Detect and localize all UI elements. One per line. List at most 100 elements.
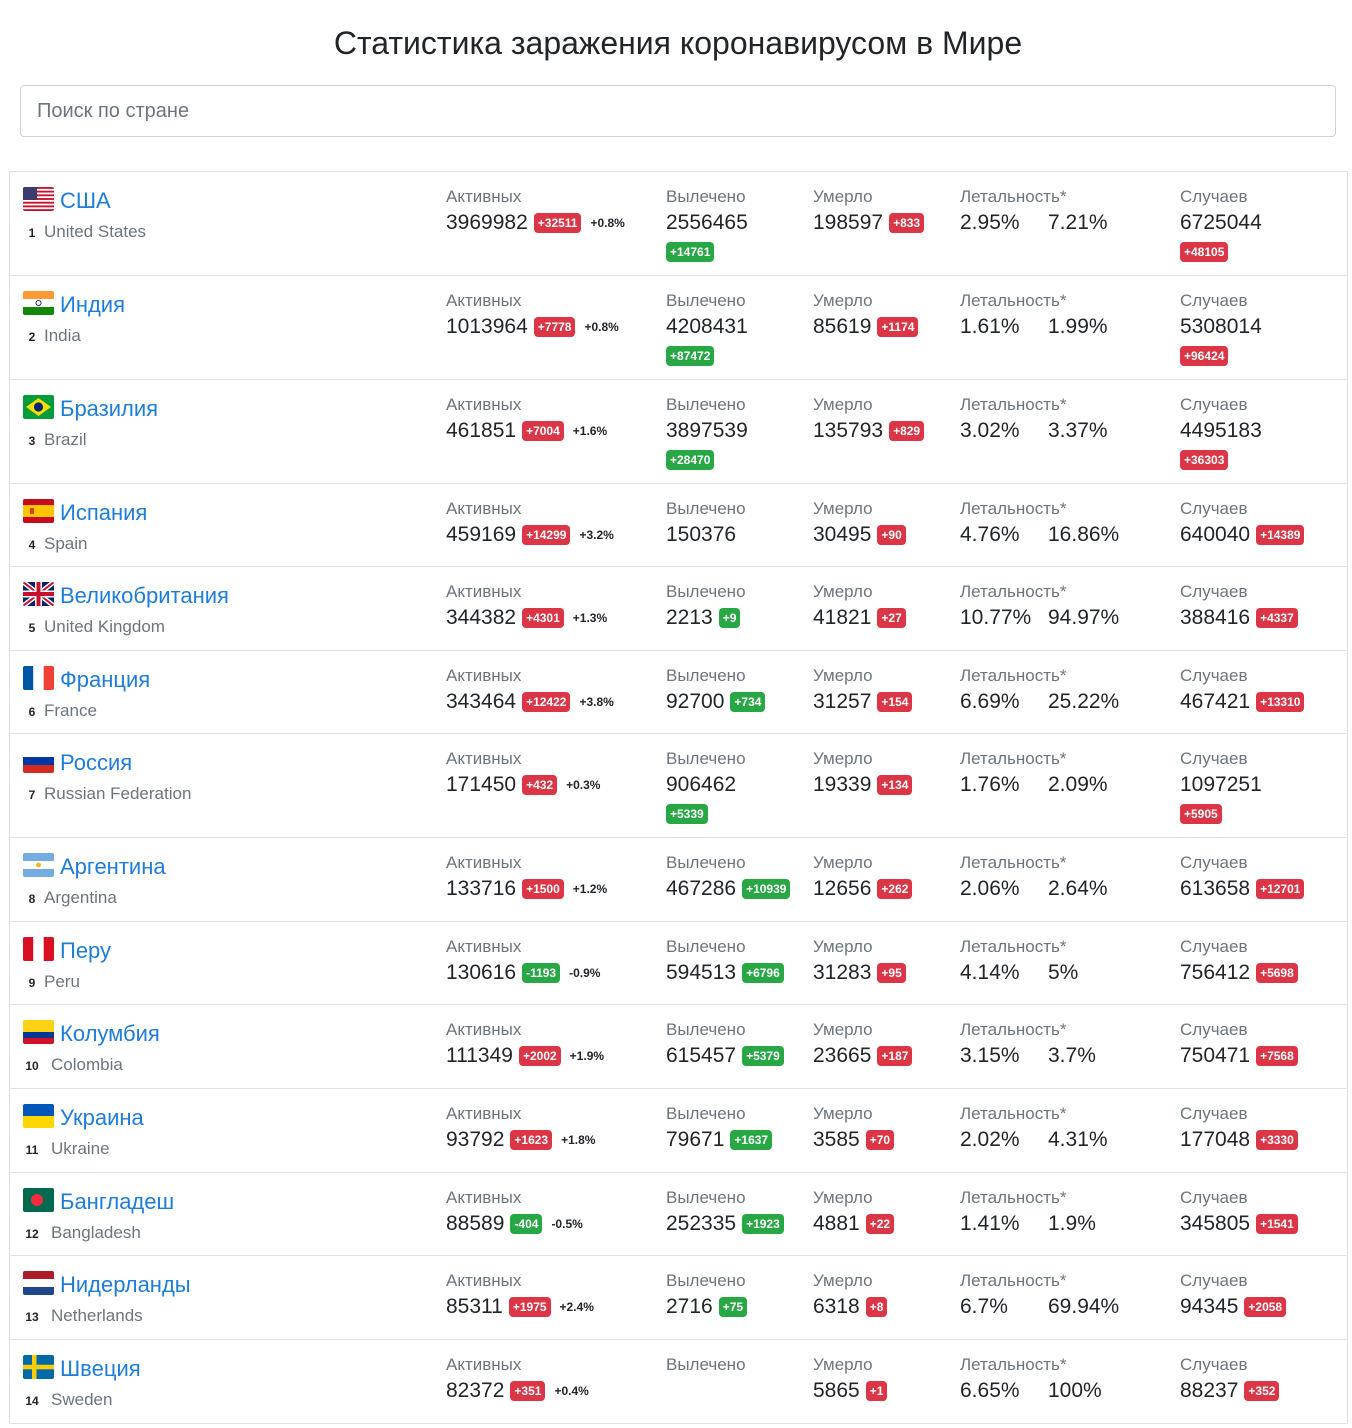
active-value: 171450	[446, 773, 517, 796]
country-name-en: Argentina	[44, 888, 117, 907]
recovered-label: Вылечено	[666, 291, 746, 310]
lethality-values: 2.02% 4.31%	[960, 1125, 1108, 1155]
country-row[interactable]: Бразилия 3 Brazil Активных 461851 +7004 +1.6% В…	[9, 380, 1348, 484]
country-link[interactable]: Индия	[60, 290, 125, 320]
country-link[interactable]: Украина	[60, 1103, 144, 1133]
active-value-line: 3969982 +32511 +0.8%	[446, 208, 625, 238]
recovered-value: 92700	[666, 690, 725, 713]
deaths-column: Умерло 19339 +134	[813, 748, 913, 800]
country-row[interactable]: Великобритания 5 United Kingdom Активных 344…	[9, 567, 1348, 651]
cases-value-line: 88237 +352	[1180, 1376, 1280, 1406]
deaths-delta-badge: +1174	[877, 317, 919, 337]
deaths-value: 12656	[813, 877, 872, 900]
nl-flag-icon	[23, 1271, 54, 1295]
recovered-value-line: 4208431	[666, 312, 748, 342]
country-link[interactable]: Великобритания	[60, 581, 229, 611]
lethality-overall: 6.65%	[960, 1379, 1020, 1402]
active-delta-badge: +14299	[522, 525, 571, 545]
cases-value-line: 756412 +5698	[1180, 958, 1298, 988]
lethality-overall: 10.77%	[960, 606, 1032, 629]
country-link[interactable]: Перу	[60, 936, 111, 966]
deaths-label: Умерло	[813, 1020, 873, 1039]
deaths-value: 31283	[813, 961, 872, 984]
active-delta-badge: +7004	[522, 421, 564, 441]
deaths-delta-badge: +90	[877, 525, 906, 545]
lethality-column: Летальность* 4.14% 5%	[960, 936, 1078, 988]
deaths-label: Умерло	[813, 1355, 873, 1374]
lethality-label: Летальность*	[960, 666, 1067, 685]
deaths-delta-badge: +134	[877, 775, 913, 795]
ru-flag-icon	[23, 749, 54, 773]
recovered-value-line: 2716 +75	[666, 1292, 748, 1322]
lethality-closed: 1.9%	[1048, 1212, 1096, 1235]
country-row[interactable]: Бангладеш 12 Bangladesh Активных 88589 -404 -0…	[9, 1173, 1348, 1256]
country-link[interactable]: Россия	[60, 748, 132, 778]
deaths-value-line: 85619 +1174	[813, 312, 919, 342]
recovered-value: 594513	[666, 961, 737, 984]
lethality-column: Летальность* 1.41% 1.9%	[960, 1187, 1096, 1239]
country-link[interactable]: Бангладеш	[60, 1187, 174, 1217]
cases-value-line: 640040 +14389	[1180, 520, 1305, 550]
cases-delta-badge: +3330	[1256, 1130, 1298, 1150]
deaths-value-line: 4881 +22	[813, 1209, 895, 1239]
country-link[interactable]: Нидерланды	[60, 1270, 191, 1300]
recovered-value: 79671	[666, 1128, 725, 1151]
deaths-value-line: 5865 +1	[813, 1376, 888, 1406]
country-name-en: Ukraine	[51, 1139, 110, 1158]
recovered-column: Вылечено 2556465 +14761	[666, 186, 748, 262]
lethality-label: Летальность*	[960, 853, 1067, 872]
active-value-line: 93792 +1623 +1.8%	[446, 1125, 595, 1155]
lethality-closed: 100%	[1048, 1379, 1102, 1402]
country-link[interactable]: Бразилия	[60, 394, 158, 424]
country-link[interactable]: Испания	[60, 498, 147, 528]
country-row[interactable]: Швеция 14 Sweden Активных 82372 +351 +0.4% Выле…	[9, 1340, 1348, 1424]
recovered-column: Вылечено 467286 +10939	[666, 852, 791, 904]
country-link[interactable]: Франция	[60, 665, 150, 695]
lethality-column: Летальность* 4.76% 16.86%	[960, 498, 1119, 550]
cases-column: Случаев 177048 +3330	[1180, 1103, 1298, 1155]
lethality-label: Летальность*	[960, 749, 1067, 768]
lethality-label: Летальность*	[960, 1020, 1067, 1039]
country-link[interactable]: Швеция	[60, 1354, 141, 1384]
deaths-column: Умерло 3585 +70	[813, 1103, 895, 1155]
active-value-line: 133716 +1500 +1.2%	[446, 874, 607, 904]
recovered-column: Вылечено 2213 +9	[666, 581, 746, 633]
active-value: 85311	[446, 1295, 503, 1318]
recovered-label: Вылечено	[666, 937, 746, 956]
country-link[interactable]: США	[60, 186, 111, 216]
active-percent: +0.3%	[566, 778, 601, 792]
deaths-label: Умерло	[813, 1188, 873, 1207]
country-row[interactable]: Испания 4 Spain Активных 459169 +14299 +3.2% Вы…	[9, 484, 1348, 567]
cases-label: Случаев	[1180, 395, 1248, 414]
country-row[interactable]: Россия 7 Russian Federation Активных 171450 +…	[9, 734, 1348, 838]
cases-column: Случаев 6725044 +48105	[1180, 186, 1262, 262]
deaths-value: 5865	[813, 1379, 860, 1402]
country-name-en: United Kingdom	[44, 617, 165, 636]
country-row[interactable]: Индия 2 India Активных 1013964 +7778 +0.8% Выле…	[9, 276, 1348, 380]
country-row[interactable]: Франция 6 France Активных 343464 +12422 +3.8% В…	[9, 651, 1348, 734]
country-row[interactable]: Украина 11 Ukraine Активных 93792 +1623 +1.8% В…	[9, 1089, 1348, 1173]
cases-delta-badge: +5698	[1256, 963, 1298, 983]
cases-label: Случаев	[1180, 582, 1248, 601]
country-search-input[interactable]	[20, 85, 1336, 137]
cases-label: Случаев	[1180, 291, 1248, 310]
deaths-value-line: 12656 +262	[813, 874, 913, 904]
rank-number: 1	[28, 226, 36, 240]
recovered-value-line: 467286 +10939	[666, 874, 791, 904]
country-row[interactable]: Перу 9 Peru Активных 130616 -1193 -0.9% Вылечен…	[9, 922, 1348, 1005]
deaths-value: 85619	[813, 315, 872, 338]
lethality-label: Летальность*	[960, 291, 1067, 310]
country-link[interactable]: Аргентина	[60, 852, 166, 882]
country-row[interactable]: Нидерланды 13 Netherlands Активных 85311 +197…	[9, 1256, 1348, 1340]
country-row[interactable]: США 1 United States Активных 3969982 +32511 +0…	[9, 172, 1348, 276]
deaths-delta-badge: +70	[865, 1130, 895, 1150]
recovered-label: Вылечено	[666, 395, 746, 414]
cases-value: 756412	[1180, 961, 1251, 984]
se-flag-icon	[23, 1355, 54, 1379]
country-link[interactable]: Колумбия	[60, 1019, 160, 1049]
country-row[interactable]: Аргентина 8 Argentina Активных 133716 +1500 +1…	[9, 838, 1348, 922]
recovered-delta-badge: +28470	[666, 450, 715, 470]
active-delta-badge: -404	[510, 1214, 543, 1234]
lethality-closed: 7.21%	[1048, 211, 1108, 234]
country-row[interactable]: Колумбия 10 Colombia Активных 111349 +2002 +1.…	[9, 1005, 1348, 1089]
